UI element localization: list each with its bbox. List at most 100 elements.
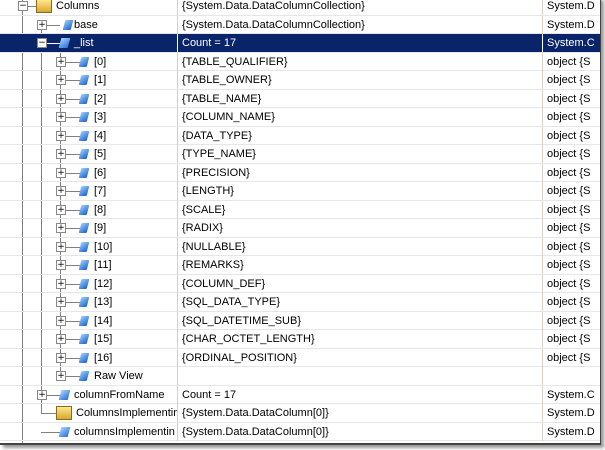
type-cell: object {S: [547, 296, 591, 308]
value-cell[interactable]: Count = 17: [179, 34, 543, 52]
value-cell[interactable]: {COLUMN_NAME}: [179, 108, 543, 126]
item-name: [2]: [94, 92, 107, 105]
item-name: [14]: [94, 314, 113, 327]
type-cell: object {S: [547, 222, 591, 234]
type-cell: object {S: [547, 111, 591, 123]
tree-line: [41, 431, 60, 433]
watch-row[interactable]: + [13] {SQL_DATA_TYPE} object {S: [0, 293, 600, 312]
watch-row[interactable]: + [14] {SQL_DATETIME_SUB} object {S: [0, 311, 600, 330]
value-cell[interactable]: {System.Data.DataColumnCollection}: [179, 0, 543, 15]
watch-row[interactable]: ColumnsImplementin {System.Data.DataColum…: [0, 404, 600, 423]
watch-row[interactable]: + [5] {TYPE_NAME} object {S: [0, 145, 600, 164]
watch-row[interactable]: + [10] {NULLABLE} object {S: [0, 237, 600, 256]
name-cell: + Raw View: [0, 367, 178, 385]
value-cell[interactable]: {NULLABLE}: [179, 237, 543, 256]
value-cell[interactable]: {RADIX}: [179, 219, 543, 237]
watch-row[interactable]: − Columns {System.Data.DataColumnCollectio…: [0, 0, 600, 16]
name-cell: + [9]: [0, 219, 178, 237]
value-cell[interactable]: {DATA_TYPE}: [179, 126, 543, 145]
watch-row[interactable]: + [16] {ORDINAL_POSITION} object {S: [0, 348, 600, 367]
name-cell: ColumnsImplementin: [0, 404, 178, 422]
watch-row[interactable]: + [9] {RADIX} object {S: [0, 219, 600, 238]
type-cell: object {S: [547, 148, 591, 160]
value-cell[interactable]: {TABLE_NAME}: [179, 89, 543, 108]
value-cell[interactable]: Count = 17: [179, 385, 543, 404]
value-cell[interactable]: {System.Data.DataColumnCollection}: [179, 15, 543, 34]
collection-icon: [36, 0, 52, 13]
value-cell[interactable]: {TABLE_OWNER}: [179, 71, 543, 89]
expand-toggle[interactable]: +: [56, 315, 66, 326]
type-cell: object {S: [547, 333, 591, 345]
value-cell[interactable]: {TYPE_NAME}: [179, 145, 543, 163]
name-cell: + [14]: [0, 311, 178, 330]
value-cell[interactable]: {LENGTH}: [179, 182, 543, 200]
expand-toggle[interactable]: +: [37, 19, 47, 30]
type-cell: object {S: [547, 351, 591, 364]
private-field-icon: [58, 38, 71, 48]
expand-toggle[interactable]: +: [56, 241, 66, 252]
watch-row[interactable]: + [3] {COLUMN_NAME} object {S: [0, 108, 600, 127]
expand-toggle[interactable]: +: [56, 334, 66, 344]
item-name: Columns: [56, 0, 100, 12]
expand-toggle[interactable]: +: [56, 204, 66, 215]
value-cell[interactable]: {SQL_DATA_TYPE}: [179, 293, 543, 311]
field-icon: [78, 315, 90, 326]
watch-row[interactable]: + [4] {DATA_TYPE} object {S: [0, 126, 600, 145]
watch-row[interactable]: + columnFromName Count = 17 System.C: [0, 385, 600, 404]
value-cell[interactable]: {COLUMN_DEF}: [179, 274, 543, 293]
value-cell[interactable]: [179, 367, 543, 385]
watch-row[interactable]: + [0] {TABLE_QUALIFIER} object {S: [0, 52, 600, 71]
name-cell: + [13]: [0, 293, 178, 311]
value-cell[interactable]: {SQL_DATETIME_SUB}: [179, 311, 543, 330]
watch-row[interactable]: + [8] {SCALE} object {S: [0, 200, 600, 219]
watch-row[interactable]: + [7] {LENGTH} object {S: [0, 182, 600, 201]
expand-toggle[interactable]: +: [56, 112, 66, 122]
type-cell: object {S: [547, 314, 591, 327]
watch-row[interactable]: + [11] {REMARKS} object {S: [0, 256, 600, 275]
value-cell[interactable]: {SCALE}: [179, 200, 543, 219]
name-cell: + [10]: [0, 237, 178, 256]
item-name: base: [74, 18, 98, 31]
expand-toggle[interactable]: +: [56, 278, 66, 289]
watch-row[interactable]: + [1] {TABLE_OWNER} object {S: [0, 71, 600, 90]
type-cell: System.C: [547, 388, 595, 401]
type-cell: object {S: [547, 55, 591, 68]
collapse-toggle[interactable]: −: [18, 1, 28, 11]
watch-row[interactable]: − _list Count = 17 System.C: [0, 34, 600, 53]
expand-toggle[interactable]: +: [56, 75, 66, 85]
value-cell[interactable]: {System.Data.DataColumn[0]}: [179, 404, 543, 422]
expand-toggle[interactable]: +: [37, 389, 47, 400]
expand-toggle[interactable]: +: [56, 352, 66, 363]
value-cell[interactable]: {ORDINAL_POSITION}: [179, 348, 543, 367]
value-cell[interactable]: {CHAR_OCTET_LENGTH}: [179, 330, 543, 348]
expand-toggle[interactable]: +: [56, 186, 66, 196]
watch-row[interactable]: + [12] {COLUMN_DEF} object {S: [0, 274, 600, 293]
expand-toggle[interactable]: +: [56, 56, 66, 67]
watch-row[interactable]: + base {System.Data.DataColumnCollection} S…: [0, 15, 600, 34]
watch-row[interactable]: + Raw View: [0, 367, 600, 386]
value-cell[interactable]: {PRECISION}: [179, 163, 543, 182]
value-cell[interactable]: {TABLE_QUALIFIER}: [179, 52, 543, 71]
value-cell[interactable]: {REMARKS}: [179, 256, 543, 274]
watch-row[interactable]: + [6] {PRECISION} object {S: [0, 163, 600, 182]
expand-toggle[interactable]: +: [56, 371, 66, 381]
watch-row[interactable]: + [15] {CHAR_OCTET_LENGTH} object {S: [0, 330, 600, 349]
item-name: [15]: [94, 333, 113, 345]
watch-row[interactable]: + [2] {TABLE_NAME} object {S: [0, 89, 600, 108]
expand-toggle[interactable]: +: [56, 130, 66, 141]
name-cell: + columnFromName: [0, 385, 178, 404]
type-cell: object {S: [547, 259, 591, 271]
field-icon: [78, 297, 90, 307]
expand-toggle[interactable]: +: [56, 167, 66, 178]
watch-row[interactable]: columnsImplementin {System.Data.DataColum…: [0, 422, 600, 441]
value-cell[interactable]: {System.Data.DataColumn[0]}: [179, 422, 543, 441]
item-name: [3]: [94, 111, 107, 123]
collapse-toggle[interactable]: −: [37, 38, 47, 48]
name-cell: columnsImplementin: [0, 422, 178, 441]
item-name: _list: [74, 37, 94, 49]
expand-toggle[interactable]: +: [56, 260, 66, 270]
expand-toggle[interactable]: +: [56, 223, 66, 233]
expand-toggle[interactable]: +: [56, 297, 66, 307]
expand-toggle[interactable]: +: [56, 93, 66, 104]
expand-toggle[interactable]: +: [56, 149, 66, 159]
